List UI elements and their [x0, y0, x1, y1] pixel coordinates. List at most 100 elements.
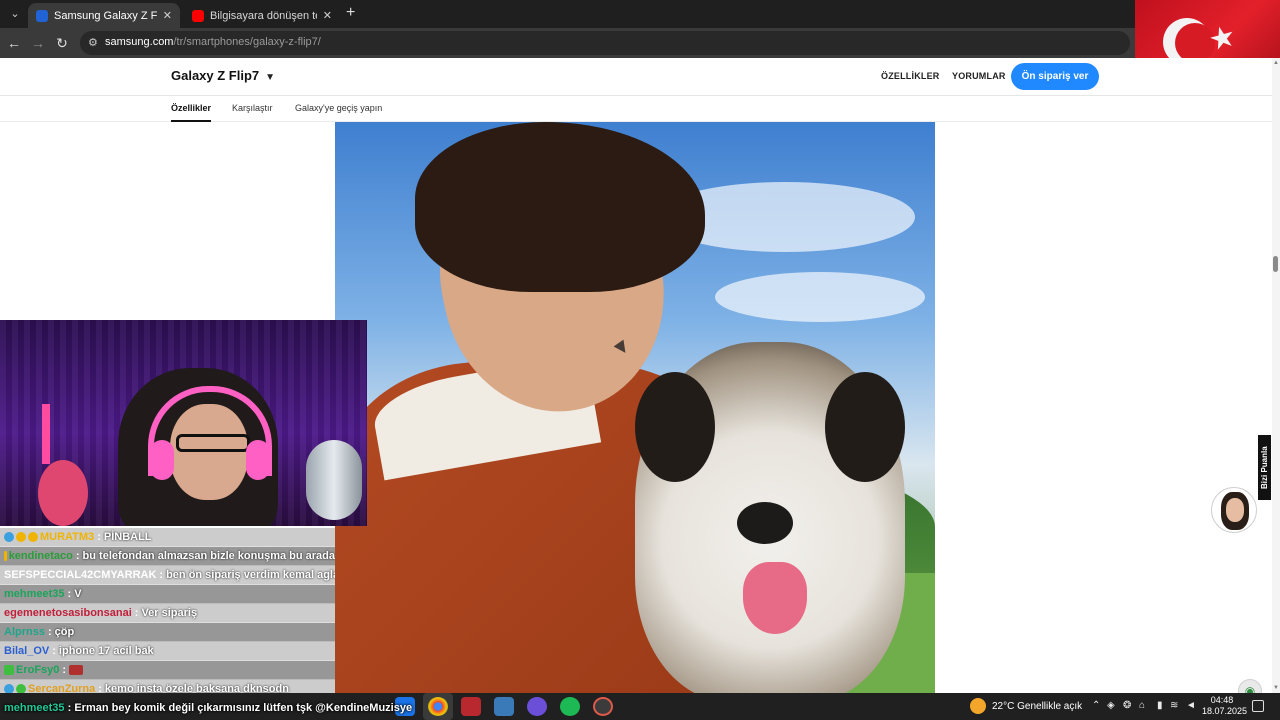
caption-separator: :	[64, 702, 75, 714]
chat-username: Alprnss	[4, 626, 45, 638]
chat-text: Ver sipariş	[141, 607, 198, 619]
speaker-icon[interactable]: ◄	[1186, 700, 1196, 711]
sub-navigation: Özellikler Karşılaştır Galaxy'ye geçiş y…	[0, 96, 1280, 122]
assistant-avatar[interactable]	[1211, 487, 1257, 533]
back-arrow-icon[interactable]: ←	[5, 34, 23, 52]
chat-message: EroFsy0:	[0, 661, 335, 680]
app-icon[interactable]	[593, 697, 613, 716]
chat-separator: :	[159, 569, 164, 581]
chat-separator: :	[75, 550, 80, 562]
new-tab-icon[interactable]: +	[346, 5, 355, 21]
chat-separator: :	[67, 588, 72, 600]
chat-message: SEFSPECCIAL42CMYARRAK: ben ön sipariş ver…	[0, 566, 335, 585]
browser-tab-strip: ⌄ Samsung Galaxy Z Flip7 | Cebe ✕ Bilgis…	[0, 0, 1280, 28]
dog-nose	[737, 502, 793, 544]
microphone-icon[interactable]: ▮	[1157, 700, 1163, 711]
tab-samsung[interactable]: Samsung Galaxy Z Flip7 | Cebe ✕	[28, 3, 180, 28]
caption-username: mehmeet35	[4, 702, 65, 714]
tab-features[interactable]: Özellikler	[171, 103, 212, 122]
badge-icon	[4, 532, 14, 542]
stream-caption: mehmeet35 : Erman bey komik değil çıkarm…	[0, 702, 412, 720]
chat-username: mehmeet35	[4, 588, 65, 600]
hero-image-man-with-dog	[335, 122, 935, 693]
scroll-up-icon[interactable]: ▲	[1272, 58, 1280, 68]
close-icon[interactable]: ✕	[163, 9, 172, 22]
chat-text: bu telefondan almazsan bizle konuşma bu …	[82, 550, 335, 562]
youtube-favicon-icon	[192, 9, 204, 22]
chrome-icon[interactable]	[428, 697, 448, 716]
clock[interactable]: 04:48 18.07.2025	[1202, 695, 1248, 717]
steam-icon[interactable]: ◈	[1107, 700, 1115, 711]
spotify-icon[interactable]	[560, 697, 580, 716]
headset-ear	[150, 440, 174, 480]
scroll-thumb[interactable]	[1273, 256, 1278, 272]
emote-icon	[69, 665, 84, 675]
chat-username: kendinetaco	[8, 550, 73, 562]
chat-message: SercanZurna: kemo insta özele baksana dkn…	[0, 680, 335, 693]
product-selector[interactable]: Galaxy Z Flip7 ▼	[171, 68, 275, 83]
chat-separator: :	[62, 664, 67, 676]
scrollbar[interactable]	[1272, 58, 1280, 693]
chat-overlay: MURATM3: PİNBALL kendinetaco: bu telefonda…	[0, 528, 335, 693]
app-tray-icon[interactable]: ❂	[1123, 700, 1131, 711]
chat-username: egemenetosasibonsanai	[4, 607, 132, 619]
scroll-down-icon[interactable]: ▼	[1272, 683, 1280, 693]
preorder-button[interactable]: Ön sipariş ver	[1011, 63, 1099, 90]
link-reviews[interactable]: YORUMLAR	[952, 71, 1006, 81]
app-icon[interactable]	[461, 697, 481, 716]
chevron-up-icon[interactable]: ⌃	[1092, 700, 1100, 711]
chat-username: EroFsy0	[16, 664, 60, 676]
chat-separator: :	[134, 607, 139, 619]
date-text: 18.07.2025	[1202, 706, 1248, 716]
address-bar-row: ← → ↻ ⚙ samsung.com/tr/smartphones/galax…	[0, 28, 1280, 58]
network-icon[interactable]: ⌂	[1139, 700, 1145, 711]
link-features[interactable]: ÖZELLİKLER	[881, 71, 940, 81]
chat-separator: :	[52, 645, 56, 657]
chat-message: Alprnss: çöp	[0, 623, 335, 642]
chat-separator: :	[97, 531, 101, 543]
crown-icon	[4, 551, 7, 561]
wifi-icon[interactable]: ≋	[1170, 700, 1178, 711]
headset-ear	[246, 440, 270, 480]
rate-us-tab[interactable]: Bizi Puanla	[1258, 435, 1271, 500]
guitar	[38, 460, 88, 526]
url-field[interactable]: ⚙ samsung.com/tr/smartphones/galaxy-z-fl…	[80, 31, 1130, 55]
time-text: 04:48	[1210, 695, 1234, 705]
forward-arrow-icon[interactable]: →	[29, 34, 47, 52]
app-icon[interactable]	[527, 697, 547, 716]
badge-icon	[16, 532, 26, 542]
tab-search-icon[interactable]: ⌄	[6, 5, 24, 23]
chat-username: Bilal_OV	[4, 645, 50, 657]
chat-text: kemo insta özele baksana dknsodn	[104, 683, 289, 693]
badge-icon	[4, 684, 14, 693]
tab-switch-to-galaxy[interactable]: Galaxy'ye geçiş yapın	[295, 103, 382, 113]
url-domain: samsung.com	[105, 36, 174, 48]
tab-compare[interactable]: Karşılaştır	[232, 103, 273, 113]
url-text: samsung.com/tr/smartphones/galaxy-z-flip…	[105, 36, 321, 48]
samsung-favicon-icon	[36, 9, 48, 22]
chevron-down-icon: ▼	[265, 72, 276, 83]
url-path: /tr/smartphones/galaxy-z-flip7/	[173, 36, 321, 48]
weather-icon[interactable]	[970, 698, 986, 714]
chat-message: mehmeet35: V	[0, 585, 335, 604]
dog-ear	[635, 372, 715, 482]
reload-icon[interactable]: ↻	[53, 34, 71, 52]
close-icon[interactable]: ✕	[323, 9, 332, 22]
dog-ear	[825, 372, 905, 482]
weather-text[interactable]: 22°C Genellikle açık	[992, 701, 1082, 712]
badge-icon	[16, 684, 26, 693]
chat-message: Bilal_OV: iphone 17 acil bak	[0, 642, 335, 661]
dog-tongue	[743, 562, 807, 634]
chat-username: SEFSPECCIAL42CMYARRAK	[4, 569, 157, 581]
tab-youtube[interactable]: Bilgisayara dönüşen telefon | Sa ✕	[184, 3, 340, 28]
notification-icon[interactable]	[1252, 700, 1264, 712]
product-header: Galaxy Z Flip7 ▼ ÖZELLİKLER YORUMLAR Ön s…	[0, 58, 1280, 96]
site-info-icon[interactable]: ⚙	[88, 36, 102, 50]
chat-username: SercanZurna	[28, 683, 96, 693]
chat-separator: :	[98, 683, 102, 693]
chat-username: MURATM3	[40, 531, 95, 543]
guitar-neck	[42, 404, 50, 464]
app-icon[interactable]	[494, 697, 514, 716]
chat-text: ben ön sipariş verdim kemal aglaa	[166, 569, 335, 581]
badge-icon	[28, 532, 38, 542]
